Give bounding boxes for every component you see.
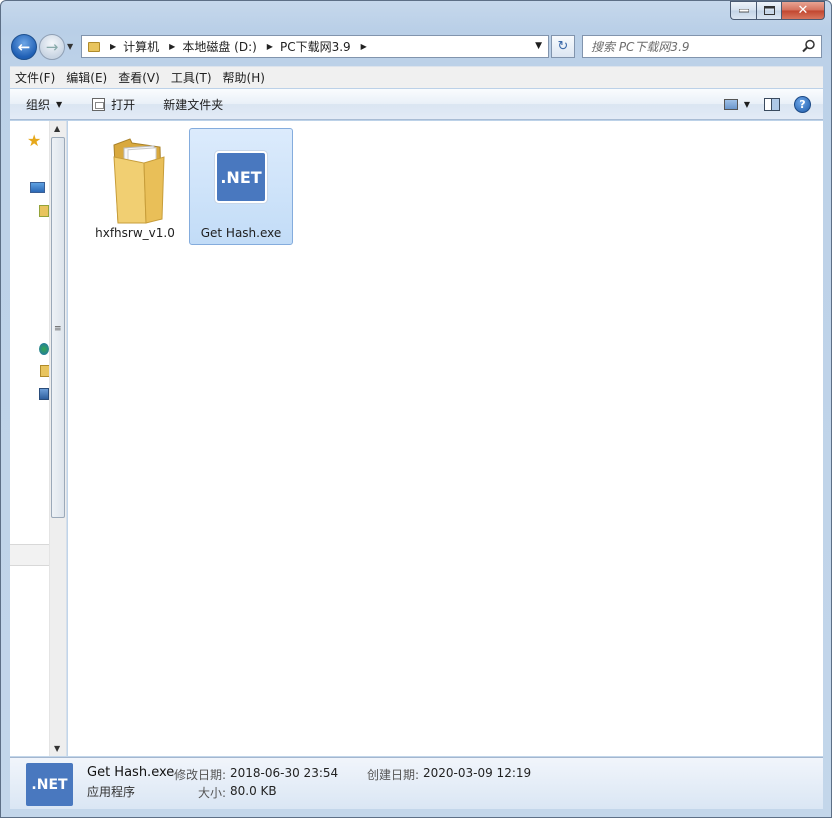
menu-edit[interactable]: 编辑(E)	[61, 69, 112, 86]
new-folder-button[interactable]: 新建文件夹	[145, 89, 233, 119]
forward-button[interactable]: →	[39, 34, 65, 60]
navigation-pane: ★ ▲ ≡ ▼	[10, 121, 67, 756]
new-folder-label: 新建文件夹	[163, 97, 224, 112]
explorer-window: ✕ ← → ▼ ▶ 计算机 ▶ 本地磁盘 (D:) ▶ PC下载网3.9 ▶ ▼…	[0, 0, 832, 818]
breadcrumb-arrow-icon[interactable]: ▶	[267, 42, 273, 51]
chevron-down-icon: ▼	[56, 99, 63, 109]
close-icon: ✕	[797, 3, 809, 18]
close-button[interactable]: ✕	[781, 1, 825, 20]
details-modified-label: 修改日期:	[174, 768, 227, 782]
breadcrumb-computer[interactable]: 计算机	[123, 38, 159, 55]
details-size-label: 大小:	[198, 786, 227, 800]
dotnet-app-icon: .NET	[26, 763, 73, 806]
caption-buttons: ✕	[730, 1, 825, 20]
forward-arrow-icon: →	[45, 38, 59, 56]
details-pane: .NET Get Hash.exe 应用程序 修改日期: 2018-06-30 …	[10, 757, 823, 809]
nav-horizontal-scrollbar[interactable]	[10, 544, 50, 566]
network-icon[interactable]	[39, 388, 49, 400]
refresh-button[interactable]: ↻	[551, 35, 575, 58]
address-history-dropdown[interactable]: ▼	[535, 41, 542, 51]
menu-help[interactable]: 帮助(H)	[218, 69, 270, 86]
preview-pane-icon[interactable]	[764, 97, 780, 111]
command-bar-right: ▼ ?	[723, 89, 823, 119]
breadcrumb-arrow-icon[interactable]: ▶	[110, 42, 116, 51]
organize-button[interactable]: 组织 ▼	[10, 89, 72, 119]
nav-vertical-scrollbar[interactable]: ▲ ≡ ▼	[49, 121, 66, 756]
maximize-button[interactable]	[756, 1, 781, 20]
change-view-icon[interactable]	[723, 98, 738, 110]
details-file-type: 应用程序	[87, 785, 136, 799]
maximize-icon	[763, 6, 775, 15]
file-name: Get Hash.exe	[200, 226, 282, 240]
file-list[interactable]: hxfhsrw_v1.0 .NET Get Hash.exe	[68, 121, 823, 756]
back-button[interactable]: ←	[11, 34, 37, 60]
folder-icon	[113, 138, 165, 224]
command-bar: 组织 ▼ 打开 新建文件夹 ▼ ?	[10, 89, 823, 120]
details-created-label: 创建日期:	[367, 768, 420, 782]
scroll-down-icon[interactable]: ▼	[54, 744, 60, 753]
grip-icon: ≡	[54, 324, 62, 334]
help-icon[interactable]: ?	[794, 95, 811, 113]
search-input[interactable]	[583, 36, 793, 57]
address-bar[interactable]: ▶ 计算机 ▶ 本地磁盘 (D:) ▶ PC下载网3.9 ▶ ▼	[81, 35, 549, 58]
nav-tree: ★	[10, 121, 50, 756]
details-created-value: 2020-03-09 12:19	[423, 766, 532, 780]
minimize-icon	[738, 8, 749, 12]
details-file-name: Get Hash.exe	[87, 765, 175, 780]
search-box[interactable]	[582, 35, 822, 58]
details-modified-value: 2018-06-30 23:54	[230, 766, 339, 780]
homegroup-icon[interactable]	[39, 343, 49, 355]
file-item-get-hash[interactable]: .NET Get Hash.exe	[189, 128, 293, 245]
breadcrumb-arrow-icon[interactable]: ▶	[361, 42, 367, 51]
scroll-up-icon[interactable]: ▲	[54, 124, 60, 133]
chevron-down-icon[interactable]: ▼	[744, 100, 750, 109]
breadcrumb-arrow-icon[interactable]: ▶	[169, 42, 175, 51]
organize-label: 组织	[26, 97, 51, 112]
search-icon[interactable]	[802, 39, 816, 53]
menu-view[interactable]: 查看(V)	[113, 69, 165, 86]
open-icon	[92, 97, 106, 111]
back-arrow-icon: ←	[17, 38, 31, 56]
minimize-button[interactable]	[730, 1, 756, 20]
details-size-value: 80.0 KB	[230, 784, 277, 798]
favorites-star-icon[interactable]: ★	[27, 131, 41, 150]
menu-bar: 文件(F) 编辑(E) 查看(V) 工具(T) 帮助(H)	[10, 66, 823, 88]
menu-file[interactable]: 文件(F)	[10, 69, 60, 86]
breadcrumb: ▶ 计算机 ▶ 本地磁盘 (D:) ▶ PC下载网3.9 ▶	[100, 36, 374, 57]
desktop-icon[interactable]	[30, 182, 45, 193]
file-name: hxfhsrw_v1.0	[95, 226, 175, 240]
open-label: 打开	[111, 97, 136, 112]
open-button[interactable]: 打开	[72, 89, 145, 119]
breadcrumb-local-disk[interactable]: 本地磁盘 (D:)	[182, 38, 256, 55]
libraries-icon[interactable]	[39, 205, 49, 217]
breadcrumb-current-folder[interactable]: PC下载网3.9	[280, 38, 351, 55]
dotnet-app-icon: .NET	[217, 153, 265, 201]
file-item-folder[interactable]: hxfhsrw_v1.0	[83, 128, 187, 245]
folder-icon	[88, 41, 100, 52]
refresh-icon: ↻	[557, 39, 569, 54]
recent-pages-dropdown[interactable]: ▼	[67, 42, 77, 52]
menu-tools[interactable]: 工具(T)	[166, 69, 217, 86]
